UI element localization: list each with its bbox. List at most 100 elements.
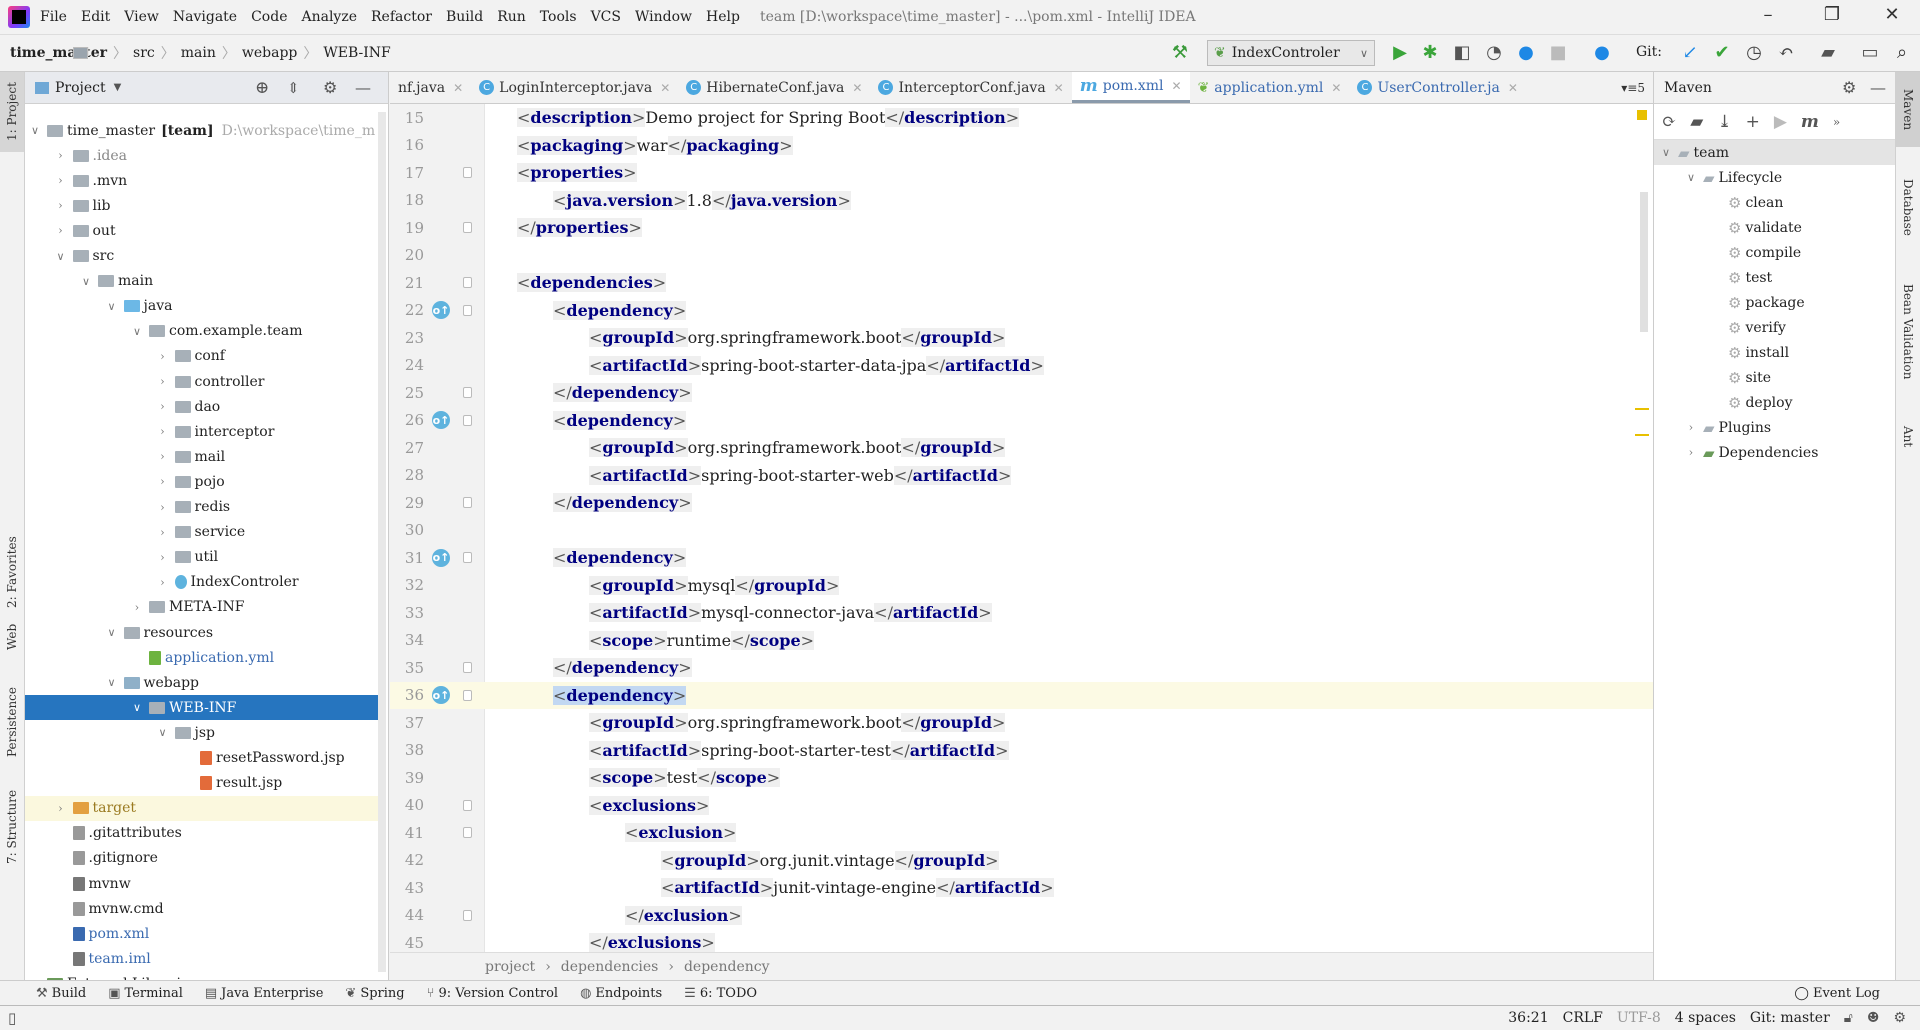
menu-edit[interactable]: Edit (81, 9, 110, 25)
fold-marker-icon[interactable] (463, 277, 472, 289)
close-tab-icon[interactable]: ✕ (660, 81, 670, 95)
chevron-down-icon[interactable]: ∨ (129, 325, 145, 338)
chevron-right-icon[interactable]: › (53, 174, 69, 187)
chevron-down-icon[interactable]: ∨ (104, 300, 120, 313)
chevron-right-icon[interactable]: › (155, 450, 171, 463)
hide-icon[interactable]: — (355, 78, 371, 97)
tree-item[interactable]: › conf (25, 344, 378, 369)
close-tab-icon[interactable]: ✕ (852, 81, 862, 95)
inspection-indicator-icon[interactable] (1637, 110, 1647, 120)
chevron-right-icon[interactable]: › (53, 149, 69, 162)
code-line[interactable]: 23 <groupId>org.springframework.boot</gro… (390, 324, 1653, 352)
minimize-button[interactable]: – (1748, 4, 1788, 25)
code-line[interactable]: 39 <scope>test</scope> (390, 764, 1653, 792)
build-hammer-icon[interactable]: ⚒ (1168, 38, 1192, 66)
run-icon[interactable]: ▶ (1388, 38, 1412, 66)
chevron-right-icon[interactable]: › (155, 501, 171, 514)
editor-scrollbar[interactable] (1640, 192, 1648, 332)
breadcrumb-item[interactable]: WEB-INF (73, 45, 391, 61)
tool-tab-terminal[interactable]: ▣ Terminal (108, 986, 183, 1001)
maven-tree-item[interactable]: ∨ ▰ team (1654, 140, 1895, 165)
chevron-right-icon[interactable]: › (1683, 421, 1699, 434)
reload-icon[interactable]: ⟳ (1662, 112, 1676, 132)
profile-icon[interactable]: ◔ (1482, 38, 1506, 66)
project-scrollbar[interactable] (378, 112, 386, 972)
chevron-right-icon[interactable]: › (1683, 446, 1699, 459)
tree-item[interactable]: ∨ WEB-INF (25, 695, 378, 721)
tree-item[interactable]: application.yml (25, 645, 378, 670)
warning-marker[interactable] (1635, 434, 1649, 436)
tool-tab-structure[interactable]: 7: Structure (0, 772, 24, 882)
tool-tab-persistence[interactable]: Persistence (0, 672, 24, 772)
tree-item[interactable]: ∨ main (25, 269, 378, 294)
hide-icon[interactable]: — (1870, 78, 1886, 97)
chevron-down-icon[interactable]: ∨ (104, 676, 120, 689)
tool-tab-beanvalidation[interactable]: Bean Validation (1896, 262, 1920, 402)
restore-button[interactable]: ❐ (1812, 4, 1852, 25)
maven-tree-item[interactable]: ⚙ test (1654, 265, 1885, 290)
close-tab-icon[interactable]: ✕ (1331, 81, 1341, 95)
chevron-right-icon[interactable]: › (155, 350, 171, 363)
menu-window[interactable]: Window (635, 9, 692, 25)
git-update-icon[interactable]: ↙ (1678, 38, 1702, 66)
code-line[interactable]: 27 <groupId>org.springframework.boot</gro… (390, 434, 1653, 462)
download-icon[interactable]: ⤓ (1717, 112, 1731, 132)
line-separator[interactable]: CRLF (1563, 1010, 1603, 1026)
add-icon[interactable]: + (1746, 112, 1760, 132)
chevron-down-icon[interactable]: ∨ (155, 726, 171, 739)
code-line[interactable]: 40 <exclusions> (390, 792, 1653, 820)
tab-usercontroller-ja[interactable]: C UserController.ja ✕ (1349, 72, 1525, 103)
tree-item[interactable]: ∨ jsp (25, 720, 378, 745)
tree-item[interactable]: mvnw.cmd (25, 896, 378, 921)
maven-tree-item[interactable]: ⚙ clean (1654, 190, 1885, 215)
gear-icon[interactable]: ⚙ (323, 78, 337, 97)
chevron-down-icon[interactable]: ∨ (129, 701, 145, 714)
chevron-right-icon[interactable]: › (155, 400, 171, 413)
close-tab-icon[interactable]: ✕ (1508, 81, 1518, 95)
maven-tree-item[interactable]: ∨ ▰ Lifecycle (1654, 165, 1885, 190)
project-view-dropdown[interactable]: Project (55, 80, 106, 96)
close-button[interactable]: ✕ (1872, 4, 1912, 25)
git-branch[interactable]: Git: master (1750, 1010, 1830, 1026)
inspector-icon[interactable]: ☻ (1867, 1010, 1880, 1026)
notifications-icon[interactable]: ⚙ (1893, 1010, 1906, 1026)
chevron-right-icon[interactable]: › (155, 576, 171, 589)
code-line[interactable]: 30 (390, 517, 1653, 545)
stop-icon[interactable]: ■ (1546, 38, 1570, 66)
menu-build[interactable]: Build (446, 9, 483, 25)
fold-marker-icon[interactable] (463, 414, 472, 426)
chevron-right-icon[interactable]: › (53, 199, 69, 212)
tree-item[interactable]: pom.xml (25, 921, 378, 946)
menu-vcs[interactable]: VCS (591, 9, 621, 25)
chevron-right-icon[interactable]: › (53, 224, 69, 237)
fold-marker-icon[interactable] (463, 689, 472, 701)
menu-refactor[interactable]: Refactor (371, 9, 432, 25)
breadcrumb-item[interactable]: main 〉 (73, 43, 236, 63)
tool-tab-web[interactable]: Web (0, 612, 24, 662)
code-line[interactable]: 43 <artifactId>junit-vintage-engine</arti… (390, 874, 1653, 902)
chevron-down-icon[interactable]: ∨ (53, 250, 69, 263)
run-configuration-dropdown[interactable]: ❦ IndexControler ∨ (1207, 40, 1375, 66)
overridden-dependency-icon[interactable]: o↑ (432, 411, 450, 430)
caret-position[interactable]: 36:21 (1508, 1010, 1548, 1026)
chevron-down-icon[interactable]: ∨ (104, 626, 120, 639)
code-line[interactable]: 19 </properties> (390, 214, 1653, 242)
maven-goal-icon[interactable]: m (1801, 112, 1819, 132)
tree-item[interactable]: ∨ src (25, 244, 378, 269)
tree-item[interactable]: .gitattributes (25, 821, 378, 846)
fold-marker-icon[interactable] (463, 222, 472, 234)
search-icon[interactable]: ⌕ (1890, 38, 1914, 66)
maven-tree-item[interactable]: ⚙ compile (1654, 240, 1885, 265)
lock-icon[interactable]: 🔓︎ (1844, 1010, 1853, 1026)
code-line[interactable]: 15 <description>Demo project for Spring B… (390, 104, 1653, 132)
maven-tree-item[interactable]: › ▰ Plugins (1654, 415, 1885, 440)
tree-item[interactable]: › target (25, 795, 378, 821)
code-line[interactable]: 24 <artifactId>spring-boot-starter-data-j… (390, 352, 1653, 380)
menu-tools[interactable]: Tools (540, 9, 577, 25)
code-line[interactable]: 42 <groupId>org.junit.vintage</groupId> (390, 847, 1653, 875)
tree-item[interactable]: › lib (25, 193, 378, 218)
chevron-down-icon[interactable]: ▼ (114, 82, 122, 93)
project-structure-icon[interactable]: ▰ (1816, 38, 1840, 66)
debug-icon[interactable]: ✱ (1418, 38, 1442, 66)
code-line[interactable]: 17 <properties> (390, 159, 1653, 187)
